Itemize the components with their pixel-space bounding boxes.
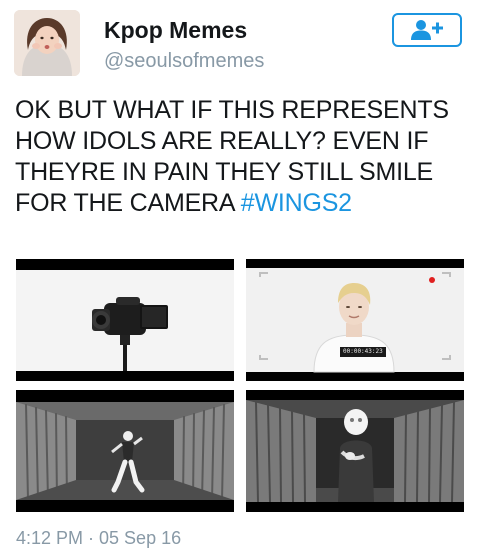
- user-handle[interactable]: @seoulsofmemes: [104, 50, 264, 73]
- media-camcorder[interactable]: [16, 259, 234, 381]
- tweet-timestamp[interactable]: 4:12 PM · 05 Sep 16: [16, 528, 181, 549]
- media-grid: 00:00:43:23: [16, 259, 464, 512]
- recording-frame-image: [246, 259, 464, 381]
- media-thermal-figure[interactable]: [246, 390, 464, 512]
- follow-user-plus-icon: [411, 20, 443, 40]
- display-name[interactable]: Kpop Memes: [104, 17, 247, 44]
- thermal-figure-image: [246, 390, 464, 512]
- camcorder-image: [16, 259, 234, 381]
- media-dancer-corridor[interactable]: [16, 390, 234, 512]
- tweet-text: OK BUT WHAT IF THIS REPRESENTS HOW IDOLS…: [15, 95, 473, 219]
- tweet-body: OK BUT WHAT IF THIS REPRESENTS HOW IDOLS…: [15, 96, 449, 217]
- media-recording-frame[interactable]: 00:00:43:23: [246, 259, 464, 381]
- follow-button[interactable]: [392, 13, 462, 47]
- dancer-corridor-image: [16, 390, 234, 512]
- avatar-image: [14, 10, 80, 76]
- profile-avatar[interactable]: [14, 10, 80, 76]
- hashtag-link[interactable]: #WINGS2: [241, 189, 352, 217]
- recording-timecode: 00:00:43:23: [340, 347, 386, 357]
